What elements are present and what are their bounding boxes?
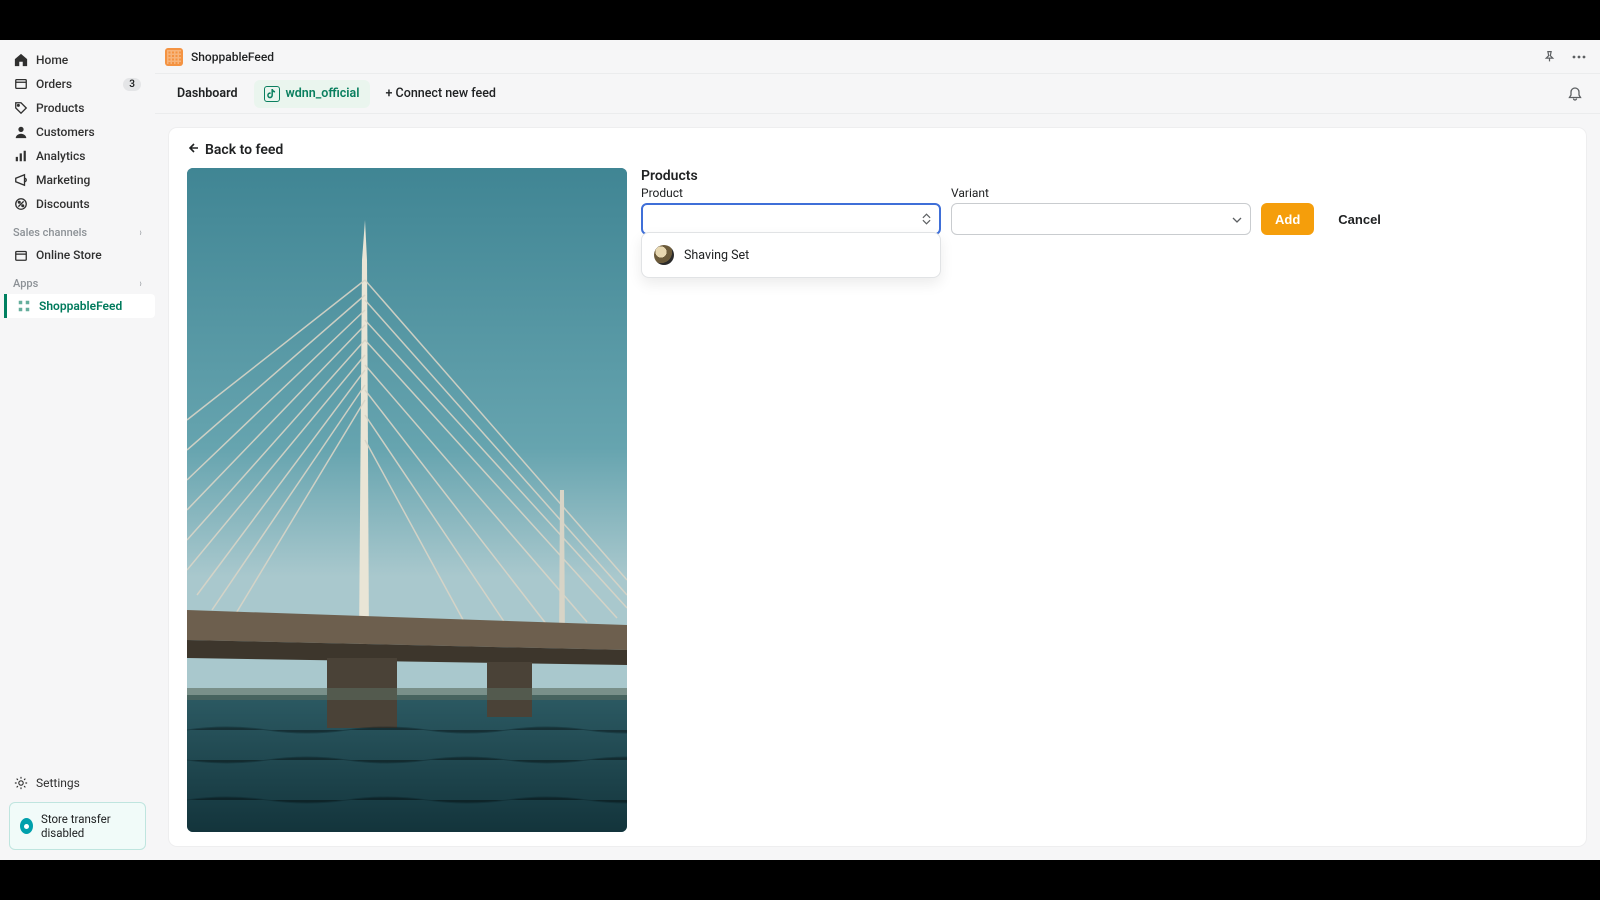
more-button[interactable] bbox=[1568, 46, 1590, 68]
tab-label: Dashboard bbox=[177, 86, 238, 101]
sidebar-item-label: Products bbox=[36, 101, 84, 115]
sidebar: Home Orders 3 Products Customers Analyti… bbox=[0, 40, 155, 860]
app-logo-icon bbox=[165, 48, 183, 66]
topbar: ShoppableFeed bbox=[155, 40, 1600, 74]
section-title: Apps bbox=[13, 277, 38, 290]
products-title: Products bbox=[641, 168, 1568, 184]
sidebar-item-label: Orders bbox=[36, 77, 72, 91]
product-dropdown: Shaving Set bbox=[641, 232, 941, 278]
back-label: Back to feed bbox=[205, 142, 283, 158]
sidebar-item-products[interactable]: Products bbox=[6, 96, 149, 120]
apps-list: ShoppableFeed bbox=[0, 294, 155, 318]
product-field: Product bbox=[641, 186, 941, 235]
form-pane: Products Product bbox=[641, 168, 1568, 832]
product-combobox[interactable] bbox=[641, 203, 941, 235]
sidebar-item-shoppablefeed[interactable]: ShoppableFeed bbox=[4, 294, 155, 318]
tab-connect-new[interactable]: + Connect new feed bbox=[376, 80, 506, 107]
sidebar-item-label: ShoppableFeed bbox=[39, 299, 122, 313]
tabbar: Dashboard wdnn_official + Connect new fe… bbox=[155, 74, 1600, 114]
sidebar-item-label: Customers bbox=[36, 125, 95, 139]
sidebar-item-label: Online Store bbox=[36, 248, 102, 262]
tab-label: wdnn_official bbox=[286, 86, 360, 101]
add-label: Add bbox=[1275, 212, 1300, 227]
info-icon bbox=[20, 818, 33, 834]
settings-label: Settings bbox=[36, 776, 80, 790]
sidebar-item-label: Home bbox=[36, 53, 68, 67]
dropdown-item-label: Shaving Set bbox=[684, 248, 749, 263]
layout-row: Products Product bbox=[187, 168, 1568, 832]
home-icon bbox=[14, 53, 28, 67]
products-icon bbox=[14, 101, 28, 115]
product-input[interactable] bbox=[653, 212, 913, 226]
updown-icon bbox=[919, 210, 933, 228]
chevron-right-icon: › bbox=[139, 226, 141, 239]
app-grid-icon bbox=[17, 299, 31, 313]
content: Back to feed bbox=[155, 114, 1600, 860]
app-window: Home Orders 3 Products Customers Analyti… bbox=[0, 40, 1600, 860]
sidebar-item-discounts[interactable]: Discounts bbox=[6, 192, 149, 216]
add-button[interactable]: Add bbox=[1261, 203, 1314, 235]
chevron-right-icon: › bbox=[139, 277, 141, 290]
variant-label: Variant bbox=[951, 186, 1251, 200]
store-icon bbox=[14, 248, 28, 262]
nav-main: Home Orders 3 Products Customers Analyti… bbox=[0, 48, 155, 216]
product-thumb bbox=[654, 245, 674, 265]
letterbox-top bbox=[0, 0, 1600, 40]
app-title: ShoppableFeed bbox=[191, 50, 274, 64]
customers-icon bbox=[14, 125, 28, 139]
transfer-text: Store transfer disabled bbox=[41, 812, 135, 840]
cancel-button[interactable]: Cancel bbox=[1324, 203, 1395, 235]
notifications-button[interactable] bbox=[1562, 81, 1588, 107]
section-sales-channels[interactable]: Sales channels › bbox=[0, 216, 155, 243]
sidebar-item-analytics[interactable]: Analytics bbox=[6, 144, 149, 168]
cancel-label: Cancel bbox=[1338, 212, 1381, 227]
orders-badge: 3 bbox=[123, 78, 141, 91]
variant-field: Variant bbox=[951, 186, 1251, 235]
chevron-down-icon bbox=[1232, 212, 1242, 227]
sidebar-item-label: Analytics bbox=[36, 149, 85, 163]
row-fields: Product bbox=[641, 186, 1568, 235]
transfer-disabled-card[interactable]: Store transfer disabled bbox=[9, 802, 146, 850]
sales-channels-list: Online Store bbox=[0, 243, 155, 267]
media-preview bbox=[187, 168, 627, 832]
back-to-feed[interactable]: Back to feed bbox=[187, 142, 1568, 168]
product-label: Product bbox=[641, 186, 941, 200]
analytics-icon bbox=[14, 149, 28, 163]
dropdown-item-shaving-set[interactable]: Shaving Set bbox=[642, 237, 940, 273]
tab-dashboard[interactable]: Dashboard bbox=[167, 80, 248, 107]
variant-select[interactable] bbox=[951, 203, 1251, 235]
page-card: Back to feed bbox=[169, 128, 1586, 846]
tab-label: + Connect new feed bbox=[386, 86, 496, 101]
gear-icon bbox=[14, 776, 28, 790]
letterbox-bottom bbox=[0, 860, 1600, 900]
section-apps[interactable]: Apps › bbox=[0, 267, 155, 294]
sidebar-item-settings[interactable]: Settings bbox=[0, 770, 155, 796]
sidebar-item-orders[interactable]: Orders 3 bbox=[6, 72, 149, 96]
tab-feed[interactable]: wdnn_official bbox=[254, 80, 370, 108]
main: ShoppableFeed Dashboard wdnn_official + … bbox=[155, 40, 1600, 860]
orders-icon bbox=[14, 77, 28, 91]
sidebar-item-online-store[interactable]: Online Store bbox=[6, 243, 149, 267]
sidebar-spacer bbox=[0, 318, 155, 770]
tiktok-icon bbox=[264, 86, 280, 102]
sidebar-item-home[interactable]: Home bbox=[6, 48, 149, 72]
sidebar-item-label: Discounts bbox=[36, 197, 90, 211]
sidebar-item-label: Marketing bbox=[36, 173, 90, 187]
section-title: Sales channels bbox=[13, 226, 87, 239]
arrow-left-icon bbox=[187, 142, 199, 158]
pin-button[interactable] bbox=[1538, 46, 1560, 68]
marketing-icon bbox=[14, 173, 28, 187]
sidebar-item-customers[interactable]: Customers bbox=[6, 120, 149, 144]
sidebar-item-marketing[interactable]: Marketing bbox=[6, 168, 149, 192]
discounts-icon bbox=[14, 197, 28, 211]
